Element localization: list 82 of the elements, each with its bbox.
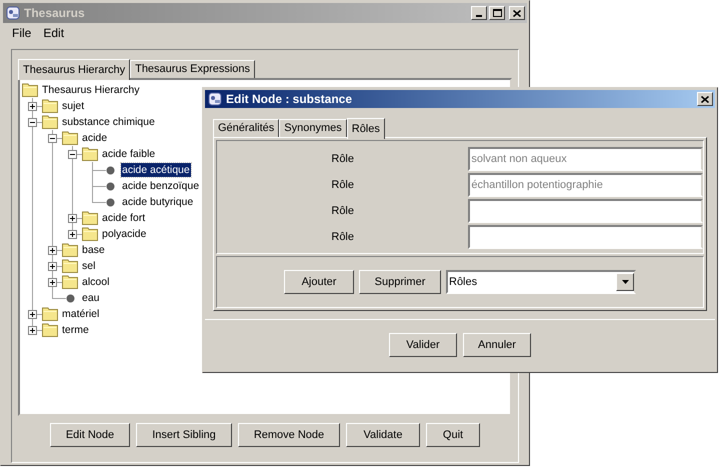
caret-icon — [622, 280, 628, 284]
tree-item[interactable]: acide fort — [101, 211, 146, 225]
close-button[interactable] — [697, 92, 713, 106]
tree-item[interactable]: Thesaurus Hierarchy — [41, 83, 140, 97]
tree-item[interactable]: alcool — [81, 275, 110, 289]
app-icon — [5, 5, 21, 21]
role-field[interactable] — [468, 199, 703, 223]
action-button[interactable]: Remove Node — [238, 423, 340, 447]
close-icon — [701, 96, 709, 102]
role-field[interactable]: échantillon potentiographie — [468, 173, 703, 197]
close-icon — [513, 10, 521, 16]
tree-item[interactable]: acide acétique — [121, 163, 191, 177]
tree-item[interactable]: polyacide — [101, 227, 148, 241]
expand-icon[interactable] — [48, 246, 57, 255]
close-button[interactable] — [509, 6, 525, 20]
folder-icon — [82, 147, 98, 161]
expand-icon[interactable] — [28, 326, 37, 335]
folder-icon — [82, 227, 98, 241]
leaf-node-icon — [106, 166, 114, 174]
field-label: Rôle — [331, 204, 354, 219]
dialog-title: Edit Node : substance — [226, 91, 352, 108]
folder-icon — [42, 323, 58, 337]
tree-item[interactable]: terme — [61, 323, 90, 337]
field-label: Rôle — [331, 152, 354, 167]
action-button[interactable]: Supprimer — [359, 270, 441, 294]
folder-icon — [62, 275, 78, 289]
folder-icon — [42, 115, 58, 129]
leaf-node-icon — [106, 198, 114, 206]
role-field[interactable]: solvant non aqueux — [468, 147, 703, 171]
tree-item[interactable]: sel — [81, 259, 96, 273]
folder-icon — [62, 259, 78, 273]
dropdown-button[interactable] — [616, 273, 634, 291]
action-button[interactable]: Edit Node — [50, 423, 130, 447]
collapse-icon[interactable] — [28, 118, 37, 127]
tree-item[interactable]: acide butyrique — [121, 195, 194, 209]
app-icon — [207, 91, 223, 107]
action-button[interactable]: Quit — [426, 423, 480, 447]
tree-item[interactable]: matériel — [61, 307, 100, 321]
folder-icon — [62, 243, 78, 257]
field-label: Rôle — [331, 230, 354, 245]
leaf-node-icon — [66, 294, 74, 302]
expand-icon[interactable] — [28, 310, 37, 319]
folder-icon — [82, 211, 98, 225]
collapse-icon[interactable] — [68, 150, 77, 159]
dropdown[interactable]: Rôles — [446, 270, 636, 294]
action-button[interactable]: Insert Sibling — [136, 423, 232, 447]
window-title: Thesaurus — [24, 5, 85, 22]
role-field[interactable] — [468, 225, 703, 249]
folder-icon — [22, 83, 38, 97]
tab[interactable]: Thesaurus Expressions — [130, 60, 256, 78]
expand-icon[interactable] — [28, 102, 37, 111]
expand-icon[interactable] — [68, 214, 77, 223]
tree-item[interactable]: acide faible — [101, 147, 156, 161]
maximize-icon — [492, 9, 502, 17]
tab[interactable]: Rôles — [346, 118, 385, 139]
minimize-button[interactable] — [471, 6, 487, 20]
dialog-button[interactable]: Valider — [389, 333, 457, 357]
maximize-button[interactable] — [489, 6, 505, 20]
expand-icon[interactable] — [48, 278, 57, 287]
leaf-node-icon — [106, 182, 114, 190]
dialog-button[interactable]: Annuler — [463, 333, 531, 357]
tree-item[interactable]: sujet — [61, 99, 86, 113]
tree-item[interactable]: eau — [81, 291, 101, 305]
tab[interactable]: Généralités — [213, 119, 280, 137]
tree-item[interactable]: acide — [81, 131, 108, 145]
field-label: Rôle — [331, 178, 354, 193]
tab[interactable]: Synonymes — [279, 119, 347, 137]
tab[interactable]: Thesaurus Hierarchy — [18, 59, 130, 80]
minimize-icon — [476, 15, 482, 17]
tree-item[interactable]: base — [81, 243, 106, 257]
folder-icon — [42, 99, 58, 113]
folder-icon — [62, 131, 78, 145]
collapse-icon[interactable] — [48, 134, 57, 143]
menu-item[interactable]: File — [7, 24, 36, 42]
folder-icon — [42, 307, 58, 321]
action-button[interactable]: Ajouter — [284, 270, 354, 294]
menu-item[interactable]: Edit — [38, 24, 70, 42]
action-button[interactable]: Validate — [346, 423, 420, 447]
expand-icon[interactable] — [48, 262, 57, 271]
tree-item[interactable]: substance chimique — [61, 115, 156, 129]
expand-icon[interactable] — [68, 230, 77, 239]
tree-item[interactable]: acide benzoïque — [121, 179, 200, 193]
